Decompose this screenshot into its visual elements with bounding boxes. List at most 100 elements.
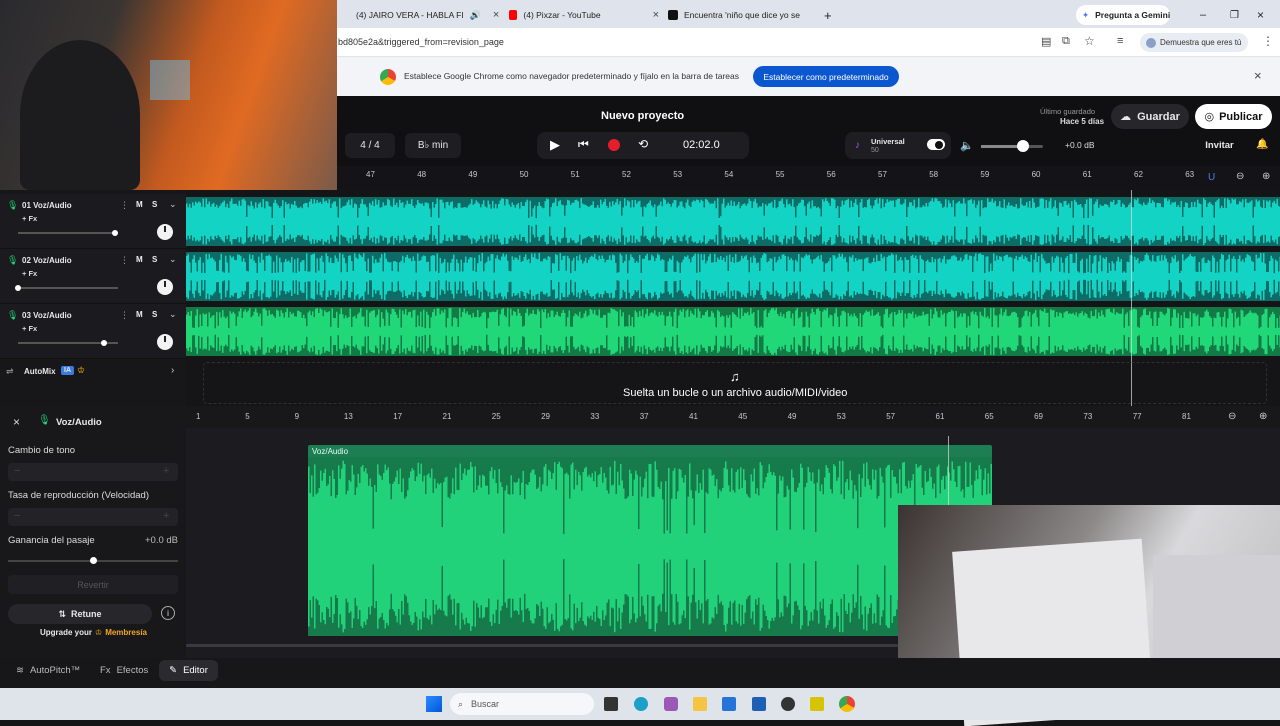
pan-knob[interactable]: [157, 334, 173, 350]
track-volume-slider[interactable]: [18, 342, 118, 344]
track-2-waveform[interactable]: [186, 252, 1280, 301]
skip-back-icon[interactable]: ⏮: [578, 137, 589, 152]
record-icon[interactable]: [608, 139, 620, 151]
browser-tab[interactable]: (4) JAIRO VERA - HABLA FI 🔊 ×: [350, 5, 498, 25]
upgrade-link[interactable]: Upgrade your ♔ Membresía: [40, 628, 147, 637]
minus-icon[interactable]: −: [14, 510, 20, 522]
maximize-button[interactable]: ❐: [1230, 5, 1239, 25]
mute-button[interactable]: M: [136, 200, 143, 209]
preset-selector[interactable]: ♪ Universal 50: [845, 132, 951, 159]
new-tab-button[interactable]: +: [824, 5, 832, 25]
key-selector[interactable]: B♭ min: [405, 133, 461, 158]
teams-icon[interactable]: [664, 697, 678, 711]
add-fx-button[interactable]: + Fx: [22, 324, 37, 333]
chevron-down-icon[interactable]: ⌄: [169, 199, 177, 210]
info-icon[interactable]: i: [161, 606, 175, 620]
pan-knob[interactable]: [157, 279, 173, 295]
solo-button[interactable]: S: [152, 200, 157, 209]
browser-tab[interactable]: Encuentra 'niño que dice yo se: [668, 5, 818, 25]
loop-icon[interactable]: ⟲: [638, 137, 648, 151]
task-view-icon[interactable]: [604, 697, 618, 711]
tab-search-icon[interactable]: ≡: [1117, 35, 1123, 47]
track-menu-icon[interactable]: ⋮: [120, 255, 129, 266]
track-name[interactable]: 02 Voz/Audio: [22, 256, 72, 265]
track-menu-icon[interactable]: ⋮: [120, 200, 129, 211]
gemini-button[interactable]: ✦ Pregunta a Gemini: [1076, 5, 1170, 25]
tab-autopitch[interactable]: ≋AutoPitch™: [16, 665, 80, 676]
zoom-out-icon[interactable]: ⊖: [1228, 411, 1236, 422]
bookmark-star-icon[interactable]: ☆: [1084, 34, 1095, 48]
url-field[interactable]: bd805e2a&triggered_from=revision_page: [338, 37, 504, 47]
chevron-down-icon[interactable]: ⌄: [169, 254, 177, 265]
zoom-out-icon[interactable]: ⊖: [1236, 171, 1244, 182]
drop-zone[interactable]: ♫ Suelta un bucle o un archivo audio/MID…: [203, 362, 1267, 404]
browser-tab[interactable]: (4) Pixzar - YouTube ×: [509, 5, 659, 25]
taskbar-search[interactable]: ⌕Buscar: [450, 693, 594, 715]
revert-button[interactable]: Revertir: [8, 575, 178, 594]
profile-button[interactable]: Demuestra que eres tú: [1140, 33, 1248, 52]
close-icon[interactable]: ×: [653, 9, 659, 21]
chrome-taskbar-icon[interactable]: [839, 696, 855, 712]
install-icon[interactable]: ⧉: [1062, 35, 1070, 48]
pan-knob[interactable]: [157, 224, 173, 240]
membership-link[interactable]: Membresía: [105, 628, 147, 637]
tab-effects[interactable]: FxEfectos: [100, 665, 148, 676]
zoom-in-icon[interactable]: ⊕: [1259, 411, 1267, 422]
plus-icon[interactable]: +: [163, 465, 169, 477]
add-fx-button[interactable]: + Fx: [22, 214, 37, 223]
store-icon[interactable]: [722, 697, 736, 711]
horizontal-scrollbar[interactable]: [186, 644, 898, 647]
clip-ruler[interactable]: 159131721252933374145495357616569737781 …: [186, 406, 1280, 428]
preset-toggle[interactable]: [927, 139, 945, 150]
time-signature[interactable]: 4 / 4: [345, 133, 395, 158]
retune-button[interactable]: ⇅Retune: [8, 604, 152, 624]
minimize-button[interactable]: –: [1200, 5, 1206, 25]
gain-slider[interactable]: [8, 560, 178, 562]
close-icon[interactable]: ×: [1254, 68, 1262, 83]
bell-icon[interactable]: 🔔: [1256, 139, 1268, 150]
project-title[interactable]: Nuevo proyecto: [601, 110, 684, 122]
volume-slider-thumb[interactable]: [1017, 140, 1029, 152]
slider-thumb[interactable]: [15, 285, 21, 291]
tab-editor[interactable]: ✎Editor: [159, 660, 218, 681]
volume-icon[interactable]: 🔈: [960, 139, 974, 152]
speed-stepper[interactable]: − +: [8, 508, 178, 526]
track-1-waveform[interactable]: [186, 197, 1280, 246]
set-default-button[interactable]: Establecer como predeterminado: [753, 66, 899, 87]
track-header[interactable]: 🎙 02 Voz/Audio + Fx ⋮ M S ⌄: [0, 249, 186, 304]
edge-icon[interactable]: [634, 697, 648, 711]
mute-button[interactable]: M: [136, 310, 143, 319]
invite-button[interactable]: Invitar: [1192, 133, 1247, 158]
track-name[interactable]: 01 Voz/Audio: [22, 201, 72, 210]
track-header[interactable]: 🎙 01 Voz/Audio + Fx ⋮ M S ⌄: [0, 194, 186, 249]
master-volume-slider[interactable]: [981, 145, 1043, 148]
track-name[interactable]: 03 Voz/Audio: [22, 311, 72, 320]
timeline-ruler[interactable]: 4748495051525354555657585960616263 U ⊖ ⊕: [186, 166, 1280, 190]
menu-kebab-icon[interactable]: ⋮: [1262, 34, 1274, 48]
app-icon[interactable]: [810, 697, 824, 711]
save-button[interactable]: ☁Guardar: [1111, 104, 1189, 129]
play-icon[interactable]: ▶: [550, 137, 560, 153]
magnet-icon[interactable]: U: [1208, 172, 1215, 183]
close-icon[interactable]: ×: [13, 415, 20, 429]
slider-thumb[interactable]: [112, 230, 118, 236]
minus-icon[interactable]: −: [14, 465, 20, 477]
track-menu-icon[interactable]: ⋮: [120, 310, 129, 321]
windows-start-icon[interactable]: [426, 696, 442, 712]
clip-waveform[interactable]: [308, 457, 992, 636]
chevron-down-icon[interactable]: ⌄: [169, 309, 177, 320]
app-icon[interactable]: [781, 697, 795, 711]
close-icon[interactable]: ×: [493, 9, 499, 21]
file-explorer-icon[interactable]: [693, 697, 707, 711]
zoom-in-icon[interactable]: ⊕: [1262, 171, 1270, 182]
slider-thumb[interactable]: [90, 557, 97, 564]
close-window-button[interactable]: ×: [1257, 5, 1264, 25]
chevron-right-icon[interactable]: ›: [171, 365, 174, 376]
publish-button[interactable]: ◎Publicar: [1195, 104, 1272, 129]
plus-icon[interactable]: +: [163, 510, 169, 522]
track-volume-slider[interactable]: [18, 287, 118, 289]
reader-icon[interactable]: ▤: [1041, 35, 1051, 48]
slider-thumb[interactable]: [101, 340, 107, 346]
outlook-icon[interactable]: [752, 697, 766, 711]
track-3-waveform[interactable]: [186, 307, 1280, 356]
